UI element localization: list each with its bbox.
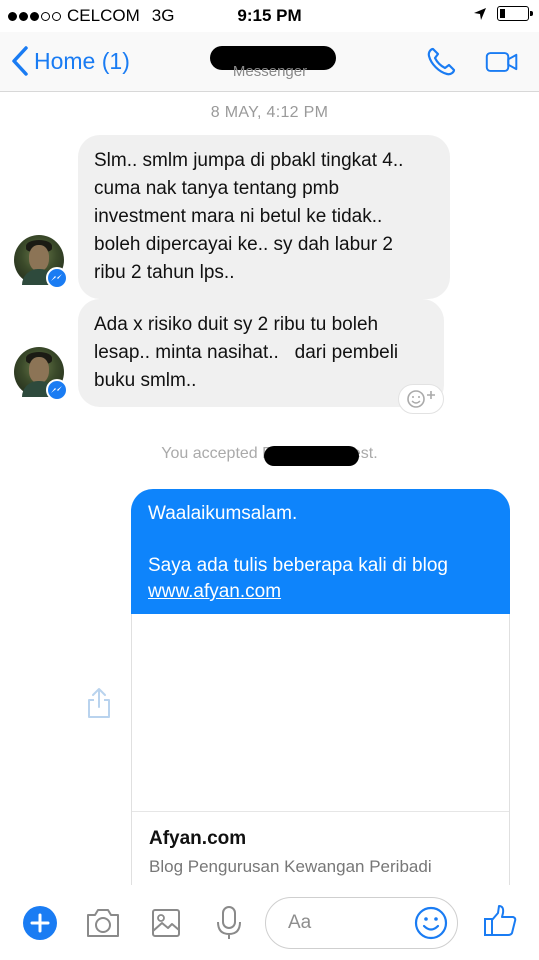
status-time: 9:15 PM xyxy=(237,6,302,25)
incoming-message-bubble[interactable]: Ada x risiko duit sy 2 ribu tu boleh les… xyxy=(78,299,444,407)
avatar-face xyxy=(29,245,49,271)
message-line: buku smlm.. xyxy=(94,370,197,391)
link-preview-card[interactable]: Afyan.com Blog Pengurusan Kewangan Perib… xyxy=(131,614,510,914)
back-button[interactable]: Home (1) xyxy=(8,44,130,78)
contact-avatar[interactable] xyxy=(14,235,68,289)
contact-subtitle: Messenger xyxy=(232,63,308,80)
phone-icon[interactable] xyxy=(425,46,459,78)
messenger-badge-icon xyxy=(46,267,68,289)
plus-icon[interactable] xyxy=(22,905,58,941)
message-composer: Aa xyxy=(0,885,539,960)
avatar-face xyxy=(29,357,49,383)
header-actions xyxy=(425,46,519,78)
add-reaction-button[interactable] xyxy=(398,384,444,414)
status-right xyxy=(473,6,533,21)
message-line: ribu 2 tahun lps.. xyxy=(94,262,235,283)
image-icon[interactable] xyxy=(150,907,182,939)
message-thread[interactable]: 8 MAY, 4:12 PM Slm.. smlm jumpa di pbakl… xyxy=(0,93,539,914)
chevron-left-icon xyxy=(12,46,28,76)
camera-icon[interactable] xyxy=(84,907,122,939)
back-label: Home (1) xyxy=(34,47,130,74)
emoji-icon[interactable] xyxy=(413,905,449,941)
message-line: Saya ada tulis beberapa kali di blog xyxy=(148,555,448,576)
message-line: Ada x risiko duit sy 2 ribu tu boleh xyxy=(94,314,379,335)
contact-avatar[interactable] xyxy=(14,347,68,401)
thumbs-up-icon[interactable] xyxy=(482,903,518,939)
message-input[interactable]: Aa xyxy=(265,897,458,949)
message-line: boleh dipercayai ke.. sy dah labur 2 xyxy=(94,234,393,255)
microphone-icon[interactable] xyxy=(214,905,244,941)
messenger-badge-icon xyxy=(46,379,68,401)
video-call-icon[interactable] xyxy=(485,46,519,78)
incoming-message-bubble[interactable]: Slm.. smlm jumpa di pbakl tingkat 4.. cu… xyxy=(78,135,450,299)
link-preview-description: Blog Pengurusan Kewangan Peribadi xyxy=(149,857,432,876)
link-preview-title: Afyan.com xyxy=(149,828,247,849)
outgoing-message-bubble[interactable]: Waalaikumsalam. Saya ada tulis beberapa … xyxy=(131,489,510,614)
contact-title[interactable]: Messenger xyxy=(180,40,360,80)
message-line: Slm.. smlm jumpa di pbakl tingkat 4.. xyxy=(94,150,404,171)
battery-icon xyxy=(497,6,533,21)
system-message-prefix: You accepted F xyxy=(161,445,272,462)
message-input-placeholder: Aa xyxy=(288,912,312,933)
location-arrow-icon xyxy=(474,7,486,20)
battery-level xyxy=(500,9,505,18)
message-line: lesap.. minta nasihat.. dari pembeli xyxy=(94,342,399,363)
redaction-mark xyxy=(264,446,359,466)
conversation-header: Home (1) Messenger xyxy=(0,32,539,92)
status-bar: CELCOM 3G 9:15 PM xyxy=(0,0,539,32)
message-line: investment mara ni betul ke tidak.. xyxy=(94,206,383,227)
share-icon[interactable] xyxy=(86,686,112,720)
message-link[interactable]: www.afyan.com xyxy=(148,579,493,605)
link-preview-image xyxy=(132,614,509,812)
message-line: cuma nak tanya tentang pmb xyxy=(94,178,340,199)
smiley-plus-icon xyxy=(407,390,435,408)
message-line: Waalaikumsalam. xyxy=(148,503,298,524)
message-timestamp: 8 MAY, 4:12 PM xyxy=(210,104,329,121)
